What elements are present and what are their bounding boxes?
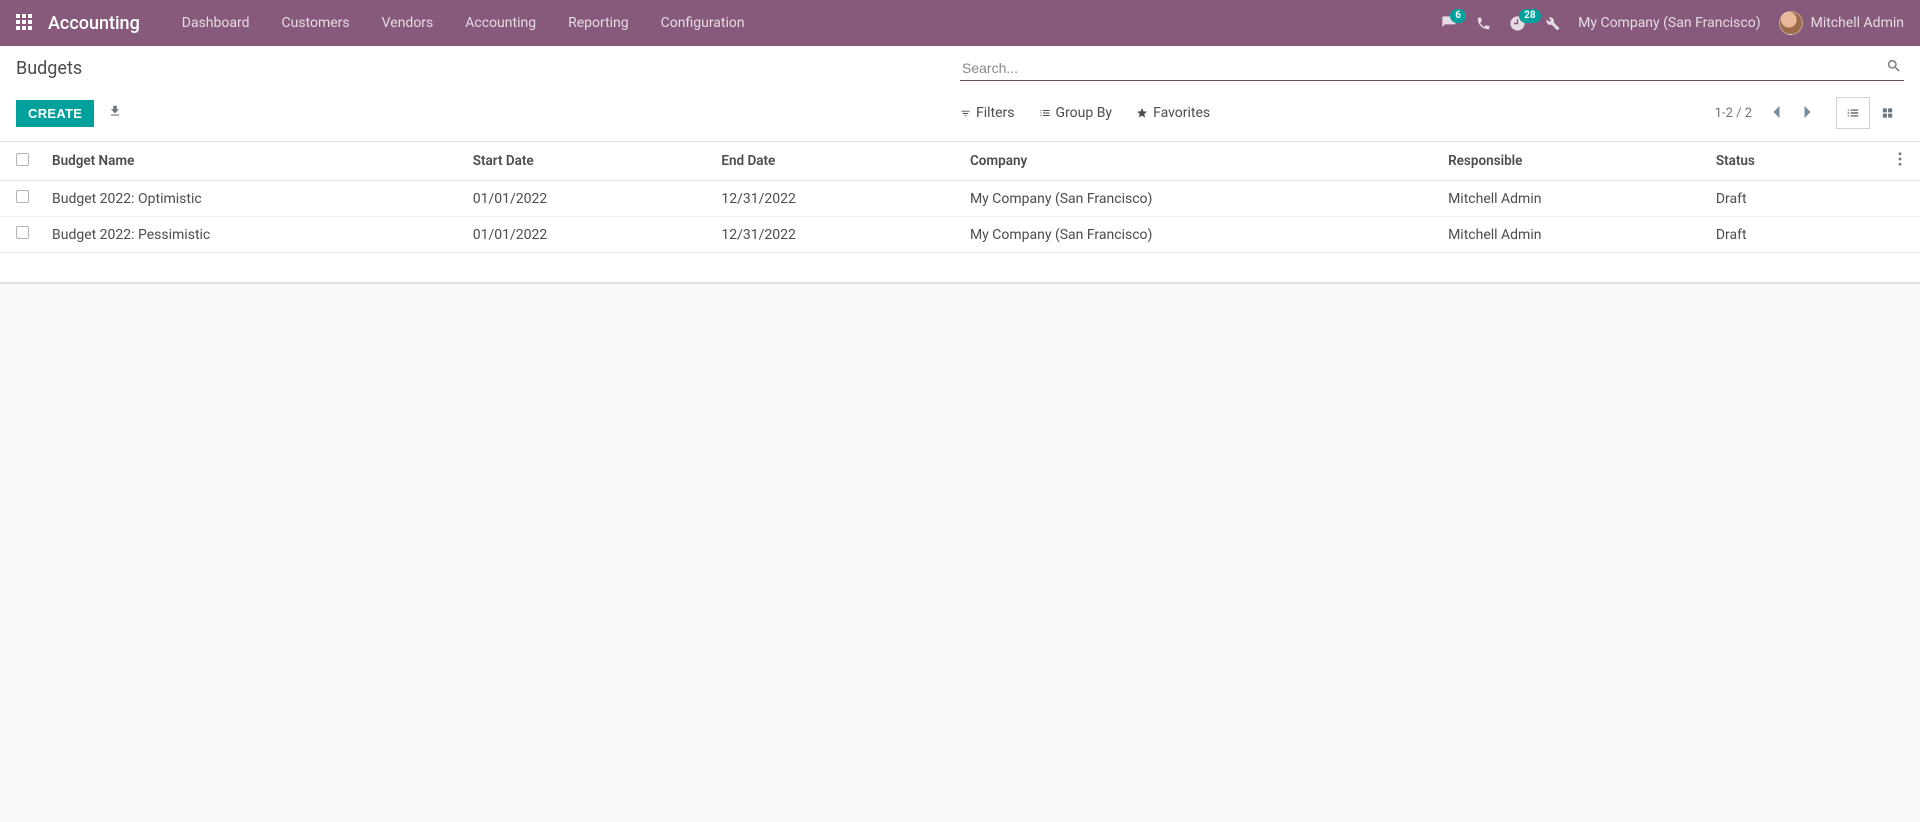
search-input[interactable] bbox=[960, 56, 1884, 80]
menu-reporting[interactable]: Reporting bbox=[552, 0, 645, 46]
chevron-right-icon bbox=[1803, 105, 1812, 119]
menu-vendors[interactable]: Vendors bbox=[366, 0, 450, 46]
cell-responsible[interactable]: Mitchell Admin bbox=[1440, 181, 1708, 217]
col-header-status[interactable]: Status bbox=[1708, 142, 1880, 181]
cell-company[interactable]: My Company (San Francisco) bbox=[962, 217, 1440, 253]
menu-accounting[interactable]: Accounting bbox=[449, 0, 552, 46]
favorites-dropdown[interactable]: Favorites bbox=[1136, 105, 1210, 121]
filters-label: Filters bbox=[976, 105, 1015, 121]
app-brand[interactable]: Accounting bbox=[48, 13, 140, 34]
user-name-label: Mitchell Admin bbox=[1811, 15, 1904, 31]
import-button[interactable] bbox=[108, 104, 122, 122]
phone-icon bbox=[1476, 16, 1491, 31]
avatar-icon bbox=[1779, 11, 1803, 35]
download-icon bbox=[108, 104, 122, 118]
pager-text[interactable]: 1-2 / 2 bbox=[1709, 106, 1758, 121]
main-menu: Dashboard Customers Vendors Accounting R… bbox=[166, 0, 761, 46]
cell-responsible[interactable]: Mitchell Admin bbox=[1440, 217, 1708, 253]
messages-badge: 6 bbox=[1450, 9, 1466, 23]
search-icon[interactable] bbox=[1884, 56, 1904, 80]
favorites-label: Favorites bbox=[1153, 105, 1210, 121]
table-row[interactable]: Budget 2022: Optimistic01/01/202212/31/2… bbox=[0, 181, 1920, 217]
pager-prev-button[interactable] bbox=[1764, 101, 1789, 126]
list-view-icon bbox=[1845, 106, 1861, 120]
cell-start[interactable]: 01/01/2022 bbox=[465, 181, 714, 217]
create-button[interactable]: Create bbox=[16, 100, 94, 127]
cell-start[interactable]: 01/01/2022 bbox=[465, 217, 714, 253]
activities-button[interactable]: 28 bbox=[1509, 15, 1526, 32]
cell-status[interactable]: Draft bbox=[1708, 217, 1880, 253]
menu-dashboard[interactable]: Dashboard bbox=[166, 0, 266, 46]
list-view-button[interactable] bbox=[1836, 97, 1870, 129]
list-view: Budget Name Start Date End Date Company … bbox=[0, 142, 1920, 284]
cell-end[interactable]: 12/31/2022 bbox=[713, 181, 962, 217]
star-icon bbox=[1136, 107, 1148, 119]
pager-next-button[interactable] bbox=[1795, 101, 1820, 126]
optional-columns-button[interactable] bbox=[1880, 142, 1920, 181]
groupby-dropdown[interactable]: Group By bbox=[1039, 105, 1113, 121]
row-checkbox[interactable] bbox=[16, 190, 29, 203]
kanban-view-icon bbox=[1880, 106, 1895, 120]
debug-button[interactable] bbox=[1544, 15, 1560, 31]
cell-end[interactable]: 12/31/2022 bbox=[713, 217, 962, 253]
col-header-end[interactable]: End Date bbox=[713, 142, 962, 181]
row-checkbox[interactable] bbox=[16, 226, 29, 239]
groupby-label: Group By bbox=[1056, 105, 1113, 121]
cell-name[interactable]: Budget 2022: Optimistic bbox=[44, 181, 465, 217]
kebab-icon bbox=[1898, 152, 1902, 166]
col-header-company[interactable]: Company bbox=[962, 142, 1440, 181]
table-row[interactable]: Budget 2022: Pessimistic01/01/202212/31/… bbox=[0, 217, 1920, 253]
company-switcher[interactable]: My Company (San Francisco) bbox=[1578, 15, 1760, 31]
cell-blank bbox=[1880, 217, 1920, 253]
wrench-icon bbox=[1544, 15, 1560, 31]
funnel-icon bbox=[960, 108, 971, 119]
user-menu[interactable]: Mitchell Admin bbox=[1779, 11, 1904, 35]
col-header-start[interactable]: Start Date bbox=[465, 142, 714, 181]
select-all-checkbox[interactable] bbox=[16, 153, 29, 166]
activities-badge: 28 bbox=[1519, 9, 1540, 23]
breadcrumb: Budgets bbox=[16, 58, 960, 79]
cell-company[interactable]: My Company (San Francisco) bbox=[962, 181, 1440, 217]
menu-customers[interactable]: Customers bbox=[266, 0, 366, 46]
kanban-view-button[interactable] bbox=[1870, 97, 1904, 129]
list-footer-blank bbox=[0, 253, 1920, 283]
cell-name[interactable]: Budget 2022: Pessimistic bbox=[44, 217, 465, 253]
control-panel: Budgets Create Filters bbox=[0, 46, 1920, 142]
apps-menu-icon[interactable] bbox=[16, 14, 34, 32]
cell-blank bbox=[1880, 181, 1920, 217]
col-header-responsible[interactable]: Responsible bbox=[1440, 142, 1708, 181]
col-header-name[interactable]: Budget Name bbox=[44, 142, 465, 181]
menu-configuration[interactable]: Configuration bbox=[645, 0, 761, 46]
list-icon bbox=[1039, 107, 1051, 119]
phone-button[interactable] bbox=[1476, 16, 1491, 31]
top-navbar: Accounting Dashboard Customers Vendors A… bbox=[0, 0, 1920, 46]
search-bar bbox=[960, 56, 1904, 81]
chevron-left-icon bbox=[1772, 105, 1781, 119]
messages-button[interactable]: 6 bbox=[1440, 15, 1458, 31]
cell-status[interactable]: Draft bbox=[1708, 181, 1880, 217]
filters-dropdown[interactable]: Filters bbox=[960, 105, 1015, 121]
